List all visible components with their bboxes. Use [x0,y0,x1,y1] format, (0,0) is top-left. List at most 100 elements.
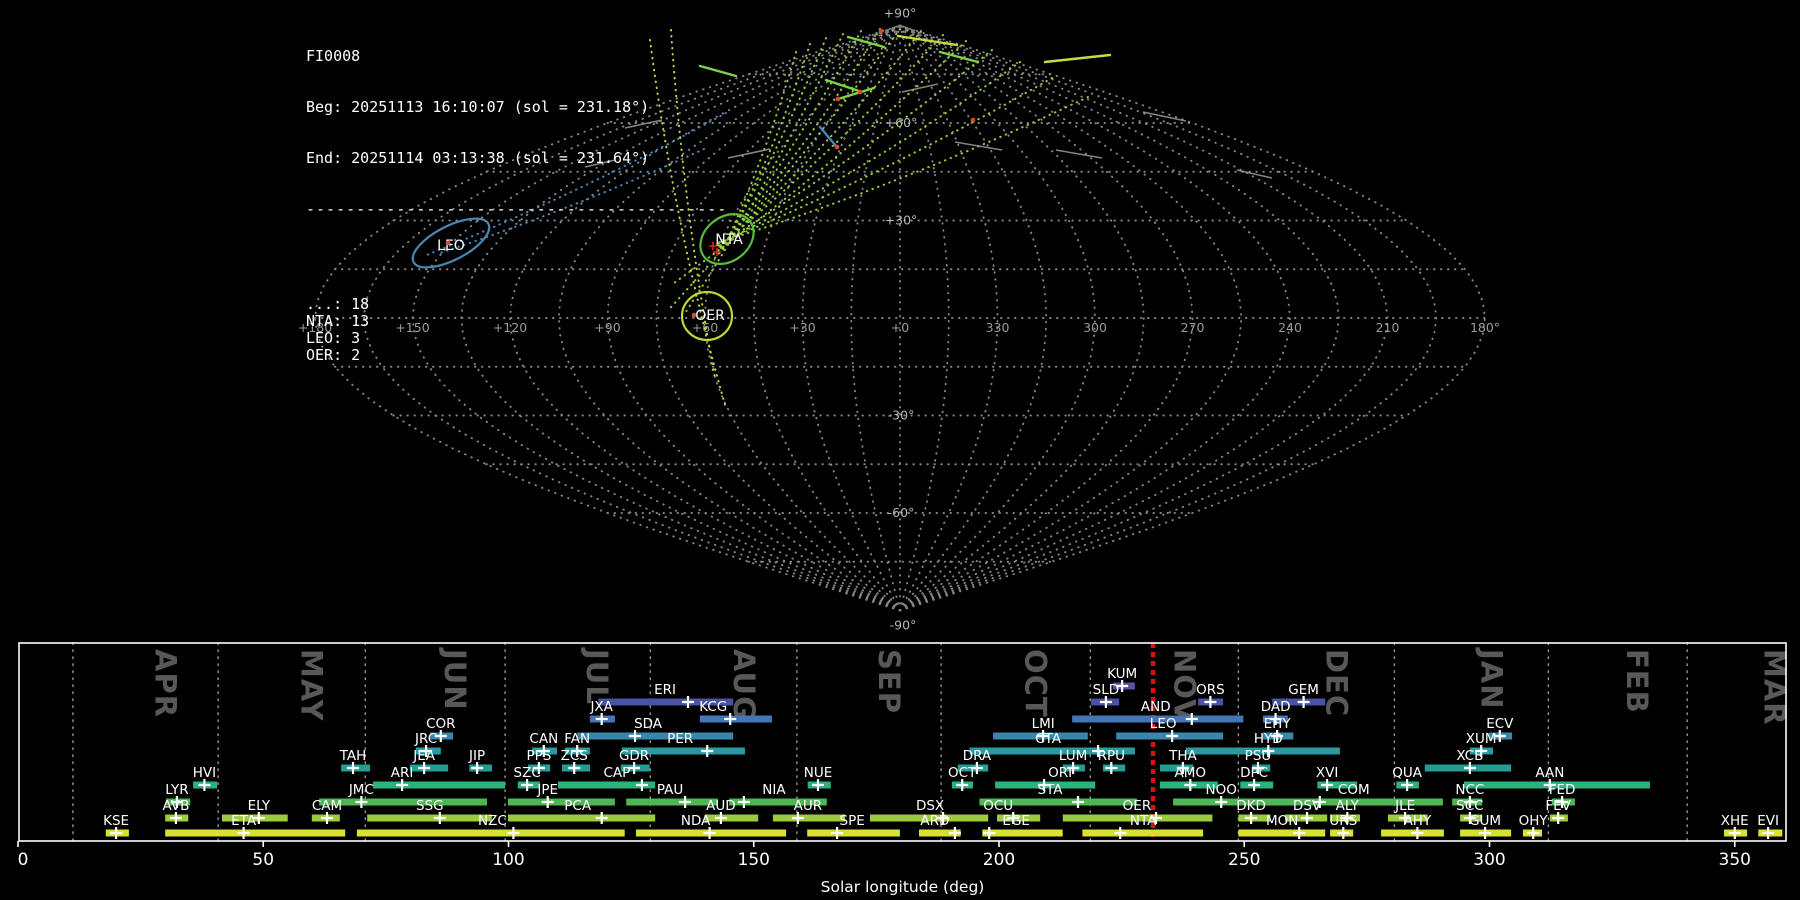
latitude-label: +30° [885,213,918,228]
shower-bar-MON [1238,829,1326,837]
shower-label-JMC: JMC [348,782,374,798]
shower-bar-JPE [508,798,615,806]
shower-label-NZC: NZC [478,813,507,829]
month-label-AUG: AUG [727,649,761,721]
longitude-label: 240 [1278,320,1302,335]
meteor-segment [1043,53,1112,64]
begin-time: Beg: 20251113 16:10:07 (sol = 231.18°) [306,98,650,116]
shower-label-ALY: ALY [1336,798,1360,814]
shower-label-EHY: EHY [1264,716,1292,732]
shower-label-STA: STA [1037,782,1063,798]
shower-label-NTA: NTA [1130,813,1157,829]
current-sol-marker [1150,643,1156,841]
shower-label-AVB: AVB [163,798,190,814]
month-label-SEP: SEP [872,649,906,714]
shower-peak-marker-NZC [507,827,520,839]
shower-bar-AUR [772,814,845,822]
shower-label-OHY: OHY [1519,813,1549,829]
sporadic-segment [727,148,771,159]
month-label-FEB: FEB [1620,649,1654,714]
station-id: FI0008 [306,47,361,65]
shower-label-DAD: DAD [1261,699,1291,715]
count-line-LEO: LEO: 3 [306,329,361,347]
shower-label-PPS: PPS [526,748,551,764]
meteor-endpoint-dot [834,144,840,150]
shower-peak-marker-EGE [983,827,996,839]
shower-label-LEO: LEO [1150,716,1177,732]
shower-label-GDR: GDR [619,748,649,764]
sporadic-segment [1142,111,1187,122]
shower-label-SSG: SSG [416,798,444,814]
shower-label-AAN: AAN [1535,765,1564,781]
shower-label-NOO: NOO [1206,782,1237,798]
sporadic-segment [954,141,1003,151]
shower-label-ZCS: ZCS [561,748,588,764]
shower-bars: KUM ERI SLD ORS GEM JXA KCG AND DAD COR SDA LMI LEO E… [103,666,1783,839]
meteor-endpoint-dot [878,28,884,34]
shower-label-NCC: NCC [1455,782,1484,798]
longitude-label: 330 [986,320,1010,335]
shower-label-HYD: HYD [1254,731,1283,747]
shower-label-QUA: QUA [1392,765,1423,781]
shower-label-THA: THA [1168,748,1197,764]
shower-label-AHY: AHY [1404,813,1432,829]
latitude-label: +60° [885,115,918,130]
shower-peak-marker-PER [701,745,714,757]
shower-label-OCU: OCU [983,798,1013,814]
radiant-map-and-timeline-plot: +90°-90°+60°+30°-30°-60°+180 +150 +120 +90 +… [17,6,1791,896]
shower-label-XUM: XUM [1466,731,1497,747]
month-label-OCT: OCT [1019,649,1053,718]
shower-label-DKD: DKD [1236,798,1266,814]
shower-label-COR: COR [426,716,455,732]
shower-label-SLD: SLD [1093,682,1120,698]
shower-label-DPC: DPC [1240,765,1268,781]
shower-label-PSU: PSU [1245,748,1272,764]
axis-tick-label: 250 [1228,850,1260,870]
shower-peak-marker-NIA [737,796,750,808]
shower-label-XVI: XVI [1316,765,1338,781]
shower-label-PCA: PCA [564,798,592,814]
axis-tick-label: 0 [18,850,29,870]
shower-label-ECV: ECV [1486,716,1514,732]
longitude-label: 270 [1181,320,1205,335]
shower-label-AMO: AMO [1175,765,1207,781]
shower-label-JRC: JRC [414,731,437,747]
meteor-segment [818,125,838,148]
month-label-DEC: DEC [1319,649,1353,717]
pole-label-south: -90° [890,618,917,633]
shower-label-SPE: SPE [840,813,865,829]
longitude-label: 210 [1376,320,1400,335]
x-axis: 0 50 100 150 200 250 300 350 Solar longitude (de… [17,841,1751,896]
meteor-segment [824,78,861,93]
shower-bar-PAU [626,798,718,806]
latitude-label: -60° [888,505,915,520]
month-label-APR: APR [149,649,183,718]
shower-peak-marker-CAP [635,779,648,791]
shower-label-DSX: DSX [916,798,944,814]
shower-label-PAU: PAU [657,782,683,798]
shower-label-CAN: CAN [529,731,558,747]
shower-bar-SDA [577,732,734,740]
activity-timeline: APR MAY JUN JUL AUG SEP OCT NOV DEC JAN FEB MARKUME… [17,642,1791,896]
shower-bar-ETA [165,829,346,837]
month-label-JAN: JAN [1474,647,1508,710]
shower-label-JLE: JLE [1394,798,1415,814]
shower-label-ARI: ARI [391,765,414,781]
shower-label-AUR: AUR [794,798,823,814]
shower-label-AND: AND [1141,699,1171,715]
shower-label-PER: PER [667,731,693,747]
shower-label-LMI: LMI [1032,716,1055,732]
meteor-station-screen: FI0008 Beg: 20251113 16:10:07 (sol = 231… [0,0,1800,900]
count-line-NTA: NTA: 13 [306,312,370,330]
shower-label-URS: URS [1329,813,1357,829]
shower-label-NIA: NIA [762,782,786,798]
shower-label-JEA: JEA [412,748,436,764]
shower-bar-ARI [373,781,505,789]
x-axis-title: Solar longitude (deg) [821,878,985,896]
observation-header: FI0008 Beg: 20251113 16:10:07 (sol = 231… [306,14,727,398]
meteor-endpoint-dot [857,89,863,95]
shower-label-KCG: KCG [699,699,727,715]
shower-bar-JMC [319,798,487,806]
shower-bar-SPE [807,829,900,837]
pole-label-north: +90° [884,6,917,21]
